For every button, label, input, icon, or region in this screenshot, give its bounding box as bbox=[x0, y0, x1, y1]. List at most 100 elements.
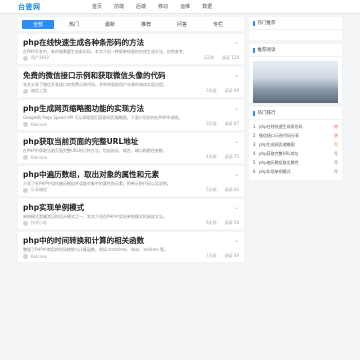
view-count: 阅读 128 bbox=[222, 55, 239, 60]
article-meta: Balcone 7天前 阅读 49 bbox=[23, 253, 239, 259]
article-meta: Balcone 3天前 阅读 87 bbox=[23, 121, 239, 127]
view-count: 阅读 87 bbox=[224, 121, 239, 126]
author-name[interactable]: 用户3642 bbox=[31, 55, 49, 61]
article-card[interactable]: 免费的微信接口示例和获取微信头像的代码 本文分享了微信开发接口的免费示例代码，并附… bbox=[18, 67, 244, 97]
publish-time: 7天前 bbox=[206, 253, 217, 258]
nav-link[interactable]: 前端 bbox=[114, 3, 124, 10]
chevron-down-icon[interactable]: ⌄ bbox=[234, 237, 239, 244]
accent-bar bbox=[253, 47, 255, 53]
ranking-item[interactable]: 2 微信接口示例代码分享热 bbox=[253, 131, 338, 140]
accent-bar bbox=[253, 110, 255, 116]
publish-time: 3天前 bbox=[206, 121, 217, 126]
avatar bbox=[23, 55, 28, 61]
tab-3[interactable]: 推荐 bbox=[130, 20, 162, 29]
publish-time: 5天前 bbox=[206, 187, 217, 192]
tab-4[interactable]: 问答 bbox=[166, 20, 198, 29]
chevron-down-icon[interactable]: ⌄ bbox=[234, 204, 239, 211]
tab-2[interactable]: 最新 bbox=[94, 20, 126, 29]
view-count: 阅读 58 bbox=[224, 220, 239, 225]
view-count: 阅读 64 bbox=[224, 187, 239, 192]
accent-bar bbox=[253, 20, 255, 26]
ranking-item[interactable]: 3 php生成网页缩略图荐 bbox=[253, 140, 338, 149]
sidebar-box-title: 推荐阅读 bbox=[257, 48, 276, 53]
rank-badge: 荐 bbox=[334, 159, 338, 165]
author-name[interactable]: 乐享编程 bbox=[31, 187, 47, 193]
nav-link[interactable]: 移动 bbox=[158, 3, 168, 10]
avatar bbox=[23, 154, 28, 160]
rank-badge: 荐 bbox=[334, 141, 338, 147]
article-card[interactable]: php中的时间转换和计算的相关函数 整理了PHP中常用的时间转换与计算函数，例如 … bbox=[18, 232, 244, 262]
article-card[interactable]: php中遍历数组，取出对象的属性和元素 介绍了在PHP中如何遍历数组并读取对象中的… bbox=[18, 166, 244, 196]
rank-title[interactable]: php生成网页缩略图 bbox=[259, 142, 321, 148]
sidebar-box-recommend: 推荐阅读 bbox=[249, 44, 342, 103]
publish-time: 6天前 bbox=[206, 220, 217, 225]
rank-title[interactable]: 微信接口示例代码分享 bbox=[259, 133, 321, 139]
article-meta: Balcone 4天前 阅读 75 bbox=[23, 154, 239, 160]
view-count: 阅读 96 bbox=[224, 88, 239, 93]
author-name[interactable]: 技术小站 bbox=[31, 220, 47, 226]
publish-time: 3天前 bbox=[206, 88, 217, 93]
ranking-item[interactable]: 4 php获取完整URL地址荐 bbox=[253, 149, 338, 158]
ranking-item[interactable]: 1 php在线快速生成条形码热 bbox=[253, 122, 338, 131]
article-meta: 编程之路 3天前 阅读 96 bbox=[23, 88, 239, 94]
article-title[interactable]: php生成网页缩略图功能的实现方法 bbox=[23, 104, 223, 113]
main-nav: 首页 前端 后端 移动 运维 数据 bbox=[92, 3, 212, 10]
top-bar: 台鉴网 首页 前端 后端 移动 运维 数据 bbox=[0, 0, 360, 14]
nav-link[interactable]: 后端 bbox=[136, 3, 146, 10]
article-title[interactable]: php实现单例模式 bbox=[23, 203, 223, 212]
sidebar-box-title: 热门推荐 bbox=[257, 21, 276, 26]
ranking-item[interactable]: 6 php实现单例模式荐 bbox=[253, 167, 338, 176]
avatar bbox=[23, 121, 28, 127]
rank-title[interactable]: php获取完整URL地址 bbox=[259, 151, 321, 157]
banner-image[interactable] bbox=[253, 61, 338, 103]
chevron-down-icon[interactable]: ⌄ bbox=[234, 39, 239, 46]
author-name[interactable]: 编程之路 bbox=[31, 88, 47, 94]
avatar bbox=[23, 187, 28, 193]
article-card[interactable]: php生成网页缩略图功能的实现方法 Google的 Page Speed API … bbox=[18, 100, 244, 130]
article-title[interactable]: php中遍历数组，取出对象的属性和元素 bbox=[23, 170, 223, 179]
tab-0[interactable]: 全部 bbox=[22, 19, 54, 29]
article-meta: 乐享编程 5天前 阅读 64 bbox=[23, 187, 239, 193]
sidebar-box-ranking: 热门排行 1 php在线快速生成条形码热 2 微信接口示例代码分享热 3 php生成网页缩… bbox=[249, 107, 342, 180]
article-title[interactable]: 免费的微信接口示例和获取微信头像的代码 bbox=[23, 71, 223, 80]
chevron-down-icon[interactable]: ⌄ bbox=[234, 105, 239, 112]
view-count: 阅读 75 bbox=[224, 154, 239, 159]
avatar bbox=[23, 220, 28, 226]
sidebar: 热门推荐 推荐阅读 热门排行 1 php在线快速生成条形码热 2 微信接口示例代码分享… bbox=[249, 17, 342, 184]
rank-badge: 热 bbox=[334, 132, 338, 138]
sidebar-box-hot: 热门推荐 bbox=[249, 17, 342, 40]
nav-link[interactable]: 运维 bbox=[180, 3, 190, 10]
chevron-down-icon[interactable]: ⌄ bbox=[234, 171, 239, 178]
rank-title[interactable]: php实现单例模式 bbox=[259, 169, 321, 175]
article-meta: 技术小站 6天前 阅读 58 bbox=[23, 220, 239, 226]
site-logo[interactable]: 台鉴网 bbox=[18, 2, 41, 12]
chevron-down-icon[interactable]: ⌄ bbox=[234, 138, 239, 145]
article-title[interactable]: php在线快速生成各种条形码的方法 bbox=[23, 38, 223, 47]
chevron-down-icon[interactable]: ⌄ bbox=[234, 72, 239, 79]
article-card[interactable]: php获取当前页面的完整URL地址 在PHP中获取当前页面完整URL的几种方法，包… bbox=[18, 133, 244, 163]
view-count: 阅读 49 bbox=[224, 253, 239, 258]
avatar bbox=[23, 88, 28, 94]
author-name[interactable]: Balcone bbox=[31, 122, 47, 127]
author-name[interactable]: Balcone bbox=[31, 155, 47, 160]
avatar bbox=[23, 253, 28, 259]
article-card[interactable]: php实现单例模式 单例模式是最常见的设计模式之一，本文介绍在PHP中实现单例模式… bbox=[18, 199, 244, 229]
article-card[interactable]: php在线快速生成各种条形码的方法 在PHP开发中，有时候需要生成条形码，本文介绍… bbox=[18, 34, 244, 64]
rank-badge: 荐 bbox=[334, 150, 338, 156]
publish-time: 4天前 bbox=[206, 154, 217, 159]
ranking-item[interactable]: 5 php遍历数组取出属性荐 bbox=[253, 158, 338, 167]
article-title[interactable]: php中的时间转换和计算的相关函数 bbox=[23, 236, 223, 245]
category-tabs: 全部 热门 最新 推荐 问答 专栏 bbox=[18, 17, 244, 31]
author-name[interactable]: Balcone bbox=[31, 254, 47, 259]
article-title[interactable]: php获取当前页面的完整URL地址 bbox=[23, 137, 223, 146]
nav-link[interactable]: 首页 bbox=[92, 3, 102, 10]
rank-title[interactable]: php在线快速生成条形码 bbox=[259, 124, 321, 130]
rank-badge: 荐 bbox=[334, 168, 338, 174]
rank-title[interactable]: php遍历数组取出属性 bbox=[259, 160, 321, 166]
nav-link[interactable]: 数据 bbox=[202, 3, 212, 10]
tab-5[interactable]: 专栏 bbox=[202, 20, 234, 29]
sidebar-box-title: 热门排行 bbox=[257, 111, 276, 116]
tab-1[interactable]: 热门 bbox=[58, 20, 90, 29]
publish-time: 2天前 bbox=[203, 55, 215, 60]
article-meta: 用户3642 2天前 阅读 128 bbox=[23, 55, 239, 61]
